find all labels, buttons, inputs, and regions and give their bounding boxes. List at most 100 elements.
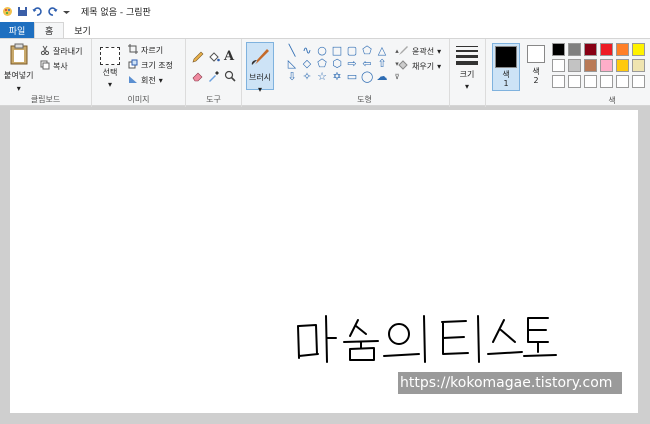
palette-swatch[interactable] [632,43,645,56]
palette-swatch[interactable] [552,43,565,56]
save-icon[interactable] [17,6,28,17]
palette-swatch[interactable] [584,59,597,72]
crop-button[interactable]: 자르기 [128,44,163,56]
palette-swatch[interactable] [616,59,629,72]
scissors-icon [40,45,50,57]
palette-swatch[interactable] [600,43,613,56]
color1-swatch [495,46,517,68]
palette-swatch[interactable] [584,43,597,56]
triangle-shape-icon[interactable]: △ [376,45,388,57]
palette-swatch[interactable] [552,59,565,72]
handwritten-drawing [297,315,557,363]
clipboard-icon [9,43,29,67]
down-arrow-shape-icon[interactable]: ⇩ [286,71,298,83]
text-tool-icon[interactable]: A [224,49,234,64]
shapes-gallery: ╲ ∿ ○ □ ▢ ⬠ △ ▴ ◺ ◇ ⬠ ⬡ ⇨ ⇦ ⇧ ▾ ⇩ ✧ ☆ ✡ … [286,45,403,83]
crop-icon [128,44,138,56]
color-picker-icon[interactable] [208,70,220,82]
four-point-star-shape-icon[interactable]: ✧ [301,71,313,83]
shapes-group-label: 도형 [357,95,372,104]
resize-button[interactable]: 크기 조정 [128,59,173,71]
pencil-icon[interactable] [192,51,204,63]
rotate-button[interactable]: 회전 ▾ [128,74,163,86]
paste-button[interactable]: 붙여넣기 ▾ [4,43,33,93]
palette-swatch[interactable] [600,59,613,72]
fill-label: 채우기 [412,62,435,71]
diamond-shape-icon[interactable]: ◇ [301,58,313,70]
size-button[interactable]: 크기 ▾ [456,45,478,91]
window-title: 제목 없음 - 그림판 [81,7,151,18]
chevron-down-icon: ▾ [158,75,163,85]
color2-swatch [527,45,545,63]
oval-shape-icon[interactable]: ○ [316,45,328,57]
palette-swatch[interactable] [568,59,581,72]
chevron-down-icon: ▾ [464,82,469,91]
magnifier-icon[interactable] [224,70,236,82]
palette-swatch[interactable] [552,75,565,88]
rotate-icon [128,74,138,86]
rotate-label: 회전 [141,75,156,85]
brushes-label: 브러시 [248,73,272,82]
chevron-down-icon: ▾ [437,62,442,71]
cut-button[interactable]: 잘라내기 [40,45,82,57]
paste-label: 붙여넣기 [4,71,34,80]
palette-swatch[interactable] [568,43,581,56]
copy-icon [40,60,50,72]
chevron-down-icon: ▾ [257,85,262,94]
ribbon: 붙여넣기 ▾ 잘라내기 복사 클립보드 선택 ▾ 자르기 크기 조정 회전 ▾ … [0,38,650,107]
six-point-star-shape-icon[interactable]: ✡ [331,71,343,83]
line-width-icon [456,45,478,67]
palette-swatch[interactable] [584,75,597,88]
customize-toolbar-icon[interactable] [62,6,73,17]
tools-group-label: 도구 [206,95,221,104]
copy-button[interactable]: 복사 [40,60,68,72]
rectangle-shape-icon[interactable]: □ [331,45,343,57]
outline-button[interactable]: 윤곽선 ▾ [398,45,441,58]
tab-view[interactable]: 보기 [64,22,101,38]
copy-label: 복사 [53,61,68,71]
oval-callout-shape-icon[interactable]: ◯ [361,71,373,83]
palette-swatch[interactable] [632,75,645,88]
palette-swatch[interactable] [632,59,645,72]
outline-label: 윤곽선 [412,47,435,56]
colors-group-label: 색 [608,96,616,105]
resize-label: 크기 조정 [141,60,173,70]
up-arrow-shape-icon[interactable]: ⇧ [376,58,388,70]
curve-shape-icon[interactable]: ∿ [301,45,313,57]
tab-home[interactable]: 홈 [34,22,65,38]
cloud-callout-shape-icon[interactable]: ☁ [376,71,388,83]
palette-swatch[interactable] [600,75,613,88]
color1-button[interactable]: 색 1 [492,43,520,91]
clipboard-group: 붙여넣기 ▾ 잘라내기 복사 클립보드 [0,39,92,107]
watermark-url: https://kokomagae.tistory.com [398,372,622,394]
palette-swatch[interactable] [568,75,581,88]
hexagon-shape-icon[interactable]: ⬡ [331,58,343,70]
fill-button[interactable]: 채우기 ▾ [398,60,441,73]
right-triangle-shape-icon[interactable]: ◺ [286,58,298,70]
pentagon-shape-icon[interactable]: ⬠ [316,58,328,70]
eraser-icon[interactable] [192,70,204,82]
color1-label: 색 1 [502,70,510,88]
image-group: 선택 ▾ 자르기 크기 조정 회전 ▾ 이미지 [92,39,186,107]
palette-swatch[interactable] [616,75,629,88]
chevron-down-icon: ▾ [437,47,442,56]
five-point-star-shape-icon[interactable]: ☆ [316,71,328,83]
select-button[interactable]: 선택 ▾ [100,47,120,89]
rounded-rectangle-shape-icon[interactable]: ▢ [346,45,358,57]
rounded-callout-shape-icon[interactable]: ▭ [346,71,358,83]
right-arrow-shape-icon[interactable]: ⇨ [346,58,358,70]
brushes-button[interactable]: 브러시 ▾ [246,42,274,94]
line-shape-icon[interactable]: ╲ [286,45,298,57]
quick-access-toolbar [0,6,73,17]
image-group-label: 이미지 [127,95,150,104]
polygon-shape-icon[interactable]: ⬠ [361,45,373,57]
paint-app-icon [2,6,13,17]
left-arrow-shape-icon[interactable]: ⇦ [361,58,373,70]
fill-bucket-icon[interactable] [208,51,220,63]
undo-icon[interactable] [32,6,43,17]
clipboard-group-label: 클립보드 [30,95,61,104]
redo-icon[interactable] [47,6,58,17]
color2-button[interactable]: 색 2 [524,45,548,91]
palette-swatch[interactable] [616,43,629,56]
tab-file[interactable]: 파일 [0,22,34,38]
